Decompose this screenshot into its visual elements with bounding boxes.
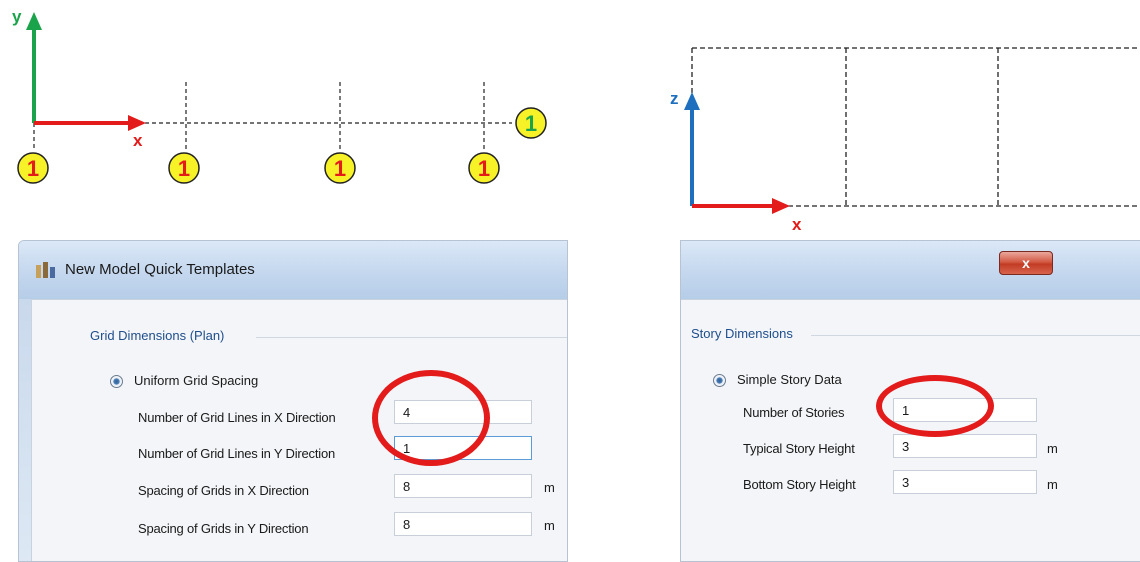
typical-story-height-unit: m bbox=[1047, 441, 1058, 456]
number-of-stories-label: Number of Stories bbox=[743, 405, 845, 420]
dialog-titlebar[interactable]: x bbox=[681, 241, 1140, 299]
simple-story-data-label: Simple Story Data bbox=[737, 372, 842, 387]
plan-view-diagram: y x 1 1 1 1 1 bbox=[12, 7, 547, 184]
z-axis-arrowhead bbox=[684, 92, 700, 110]
svg-text:1: 1 bbox=[178, 156, 190, 181]
app-icon bbox=[36, 262, 55, 278]
spacing-x-label: Spacing of Grids in X Direction bbox=[138, 483, 309, 498]
grid-badge-x: 1 bbox=[168, 152, 200, 184]
typical-story-height-input[interactable]: 3 bbox=[893, 434, 1037, 458]
group-title-grid-dimensions: Grid Dimensions (Plan) bbox=[90, 328, 225, 343]
grid-badge-x: 1 bbox=[17, 152, 49, 184]
spacing-x-unit: m bbox=[544, 480, 555, 495]
group-title-story-dimensions: Story Dimensions bbox=[691, 326, 793, 341]
grid-badge-x: 1 bbox=[468, 152, 500, 184]
dialog-titlebar[interactable]: New Model Quick Templates bbox=[19, 241, 567, 299]
close-icon: x bbox=[1022, 255, 1030, 271]
svg-text:1: 1 bbox=[27, 156, 39, 181]
bottom-story-height-unit: m bbox=[1047, 477, 1058, 492]
close-button[interactable]: x bbox=[999, 251, 1053, 275]
highlight-ellipse-stories bbox=[876, 375, 994, 437]
y-axis-arrowhead bbox=[26, 12, 42, 30]
x-axis-label: x bbox=[792, 215, 802, 234]
typical-story-height-label: Typical Story Height bbox=[743, 441, 855, 456]
z-axis-label: z bbox=[670, 89, 679, 108]
dialog-title: New Model Quick Templates bbox=[65, 261, 255, 278]
spacing-y-label: Spacing of Grids in Y Direction bbox=[138, 521, 309, 536]
grid-lines-y-label: Number of Grid Lines in Y Direction bbox=[138, 446, 336, 461]
spacing-y-input[interactable]: 8 bbox=[394, 512, 532, 536]
highlight-ellipse-grid-lines bbox=[372, 370, 490, 466]
y-axis-label: y bbox=[12, 7, 22, 26]
svg-text:1: 1 bbox=[334, 156, 346, 181]
bottom-story-height-input[interactable]: 3 bbox=[893, 470, 1037, 494]
uniform-grid-spacing-radio[interactable] bbox=[110, 375, 123, 388]
x-axis-arrowhead bbox=[128, 115, 146, 131]
x-axis-arrowhead bbox=[772, 198, 790, 214]
dialog-side-strip bbox=[19, 299, 31, 561]
grid-badge-y: 1 bbox=[515, 107, 547, 139]
grid-badge-x: 1 bbox=[324, 152, 356, 184]
group-divider bbox=[811, 335, 1140, 336]
x-axis-label: x bbox=[133, 131, 143, 150]
spacing-y-unit: m bbox=[544, 518, 555, 533]
group-divider bbox=[256, 337, 567, 338]
uniform-grid-spacing-label: Uniform Grid Spacing bbox=[134, 373, 259, 388]
simple-story-data-radio[interactable] bbox=[713, 374, 726, 387]
svg-text:1: 1 bbox=[525, 111, 537, 136]
grid-lines-x-label: Number of Grid Lines in X Direction bbox=[138, 410, 336, 425]
svg-text:1: 1 bbox=[478, 156, 490, 181]
spacing-x-input[interactable]: 8 bbox=[394, 474, 532, 498]
bottom-story-height-label: Bottom Story Height bbox=[743, 477, 856, 492]
